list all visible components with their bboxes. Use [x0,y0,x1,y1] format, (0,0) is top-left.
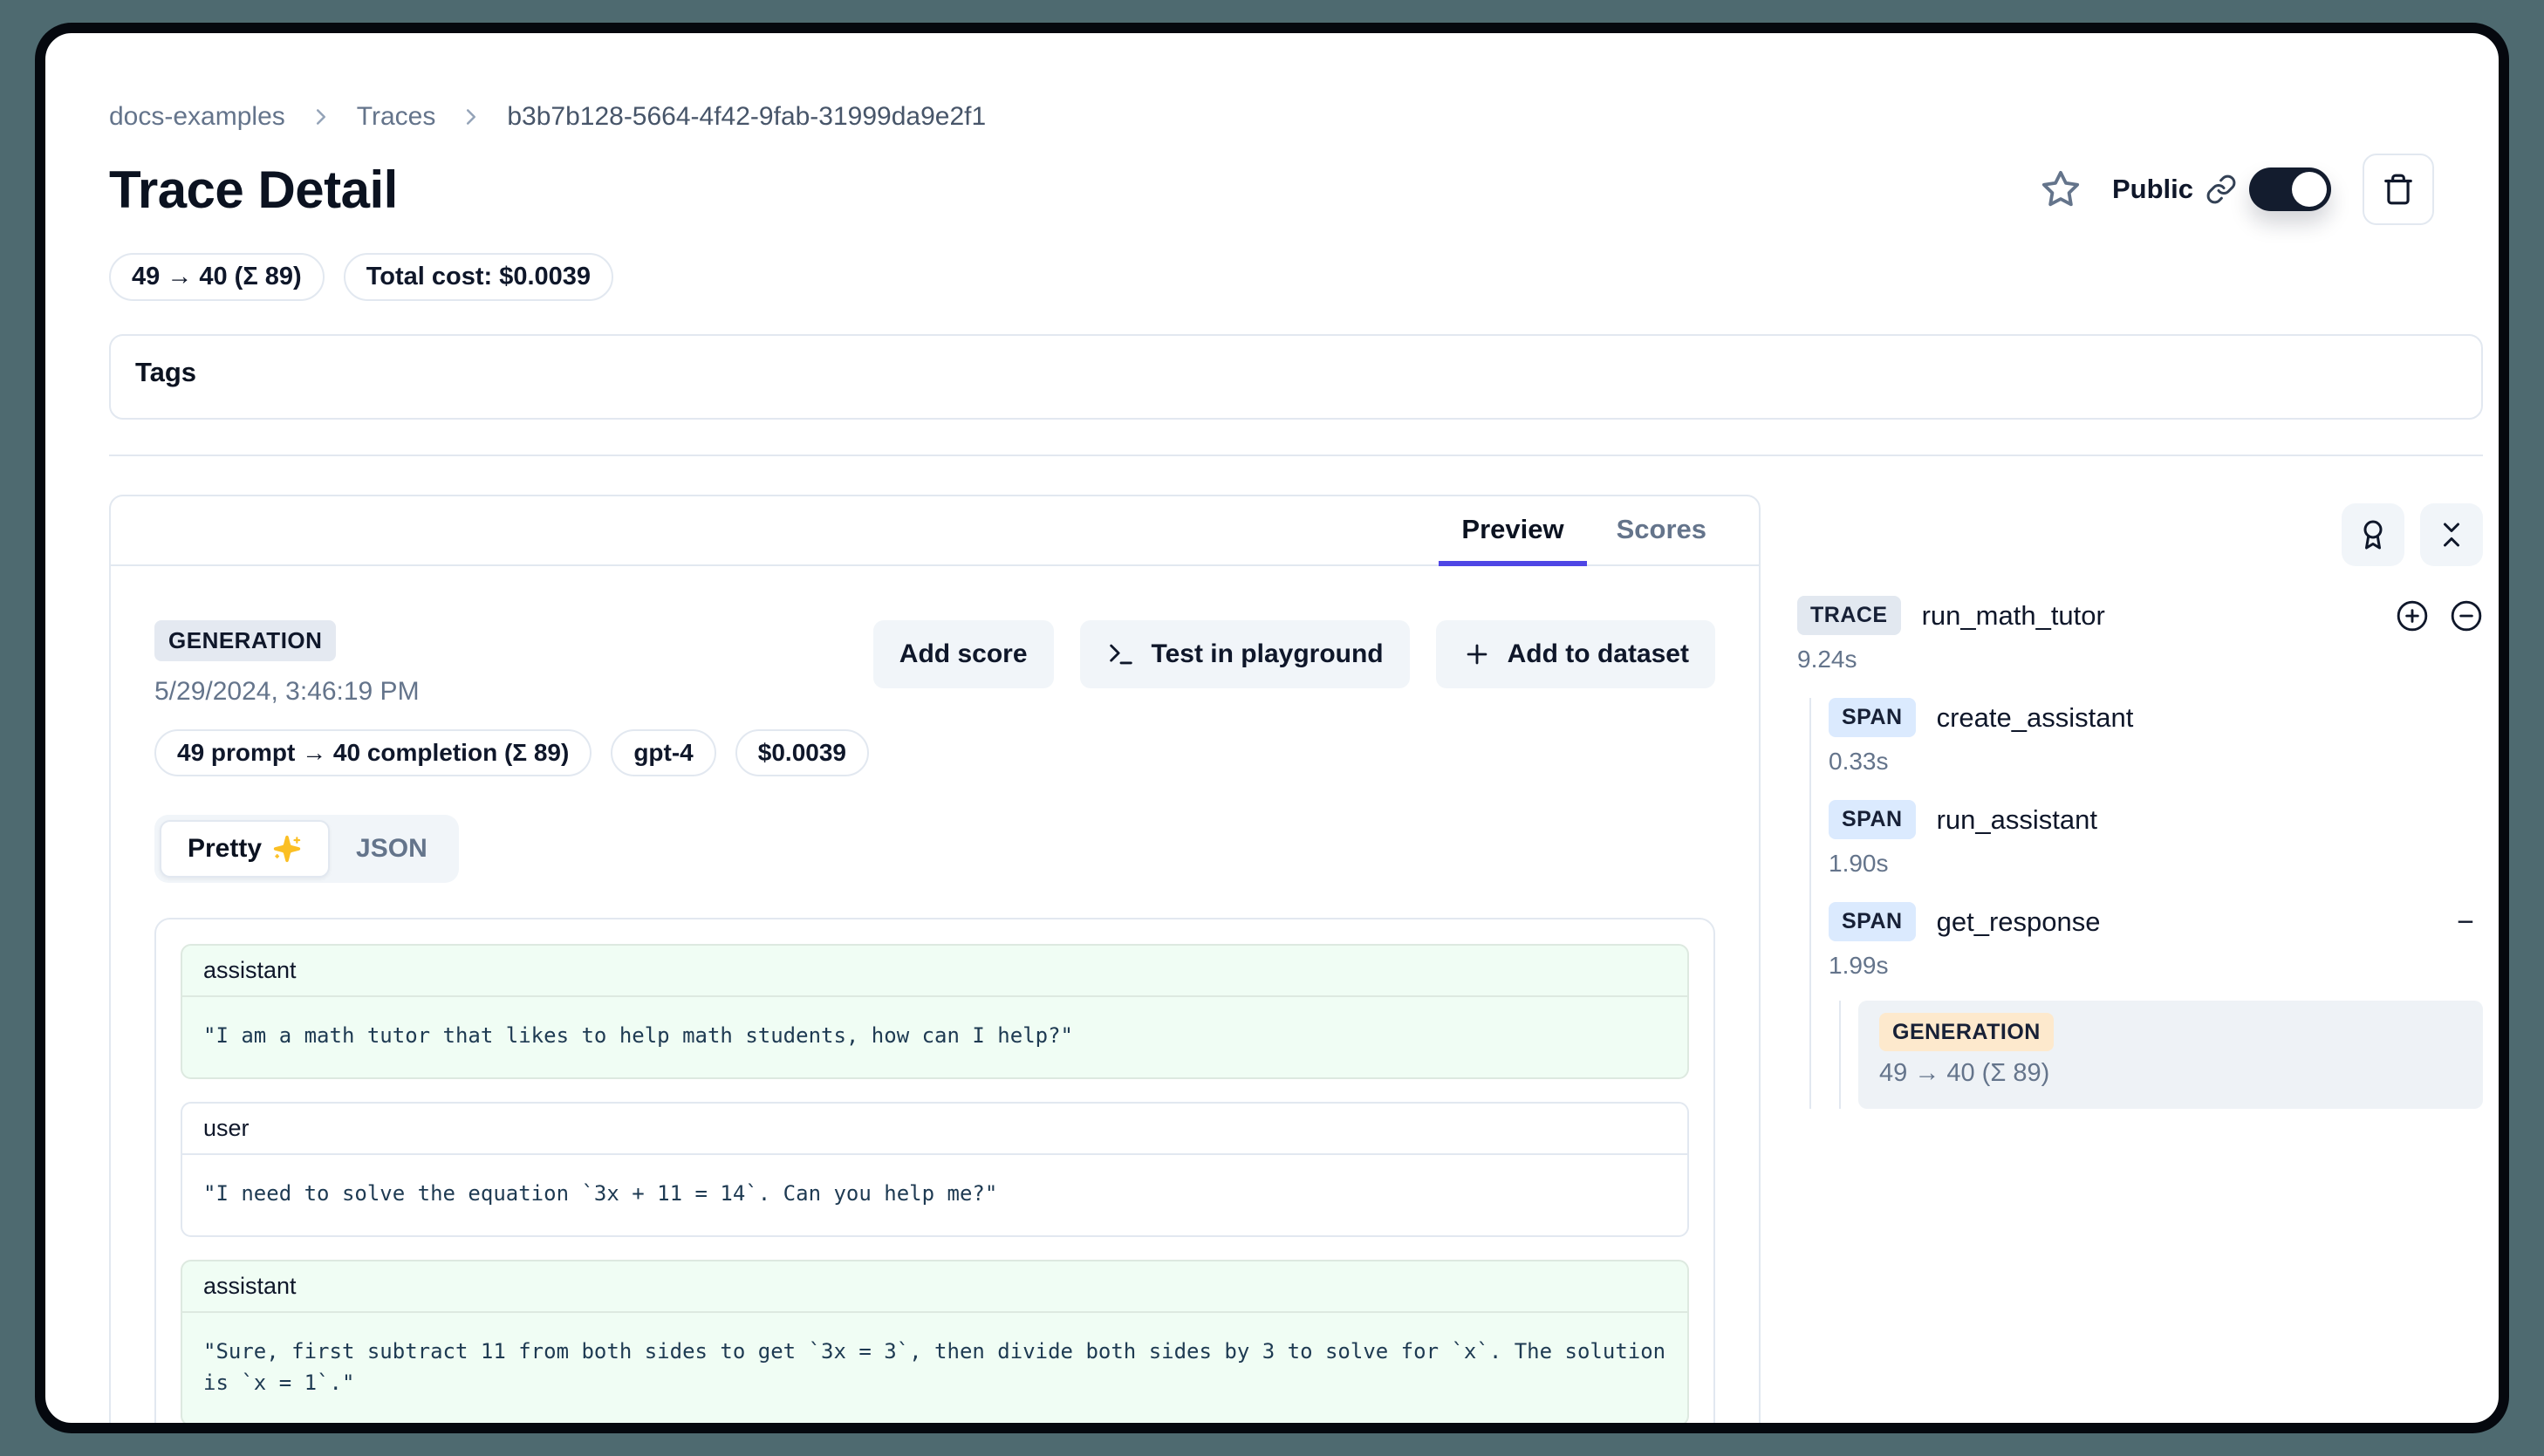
favorite-button[interactable] [2041,169,2081,209]
span-badge: SPAN [1829,800,1916,839]
observation-body: GENERATION 5/29/2024, 3:46:19 PM 49 prom… [111,566,1759,1433]
observation-actions: Add score Test in playground [873,620,1715,688]
test-in-playground-label: Test in playground [1152,639,1384,669]
message-content: "Sure, first subtract 11 from both sides… [182,1313,1687,1425]
span-badge: SPAN [1829,902,1916,941]
span-node-create-assistant[interactable]: SPAN create_assistant 0.33s [1829,698,2483,776]
chevron-right-icon [458,104,484,130]
trash-icon [2382,173,2415,206]
star-icon [2041,169,2081,209]
message-role: assistant [182,946,1687,997]
header-actions: Public [2041,154,2483,225]
trace-tree: TRACE run_math_tutor [1797,596,2483,1133]
add-to-dataset-button[interactable]: Add to dataset [1436,620,1715,688]
public-toggle[interactable] [2249,167,2331,211]
message-assistant: assistant "I am a math tutor that likes … [181,944,1689,1079]
model-badge[interactable]: gpt-4 [611,729,715,776]
span-name: get_response [1937,906,2101,938]
public-share-control: Public [2112,167,2331,211]
span-name: create_assistant [1937,702,2134,734]
plus-icon [1462,639,1492,669]
pretty-view-button[interactable]: Pretty [160,820,330,878]
breadcrumb-project[interactable]: docs-examples [109,102,285,132]
tree-panel-actions [1797,503,2483,566]
add-score-label: Add score [899,639,1028,669]
generation-usage: 49 → 40 (Σ 89) [1879,1059,2462,1088]
link-icon[interactable] [2205,174,2237,205]
expand-all-nodes-button[interactable] [2396,599,2429,632]
annotate-button[interactable] [2342,503,2404,566]
message-content: "I am a math tutor that likes to help ma… [182,997,1687,1077]
tags-card[interactable]: Tags [109,334,2483,420]
add-score-button[interactable]: Add score [873,620,1054,688]
span-duration: 1.99s [1829,952,2483,980]
trace-node[interactable]: TRACE run_math_tutor [1797,596,2483,673]
trace-tree-panel: TRACE run_math_tutor [1797,495,2483,1133]
app-window: docs-examples Traces b3b7b128-5664-4f42-… [35,23,2509,1433]
messages-container: assistant "I am a math tutor that likes … [154,918,1715,1433]
add-to-dataset-label: Add to dataset [1508,639,1689,669]
page-header: Trace Detail Public [109,154,2483,225]
message-role: assistant [182,1261,1687,1313]
tags-label: Tags [135,357,2457,388]
trace-name: run_math_tutor [1922,600,2105,632]
page-title: Trace Detail [109,160,398,220]
view-mode-toggle: Pretty JSON [154,815,459,883]
generation-node-selected[interactable]: GENERATION 49 → 40 (Σ 89) [1858,1001,2483,1109]
observation-meta: GENERATION 5/29/2024, 3:46:19 PM 49 prom… [154,620,869,776]
breadcrumb-trace-id: b3b7b128-5664-4f42-9fab-31999da9e2f1 [507,102,986,132]
token-usage-badge: 49 → 40 (Σ 89) [109,253,325,301]
prompt-completion-badge: 49 prompt → 40 completion (Σ 89) [154,729,592,776]
breadcrumb: docs-examples Traces b3b7b128-5664-4f42-… [109,98,2483,136]
collapse-all-button[interactable] [2420,503,2483,566]
collapse-all-nodes-button[interactable] [2450,599,2483,632]
message-user: user "I need to solve the equation `3x +… [181,1102,1689,1237]
trace-duration: 9.24s [1797,646,2483,673]
tab-preview[interactable]: Preview [1439,496,1586,564]
public-label: Public [2112,174,2193,205]
sparkles-icon [272,834,302,864]
breadcrumb-traces[interactable]: Traces [357,102,436,132]
delete-trace-button[interactable] [2363,154,2434,225]
message-assistant: assistant "Sure, first subtract 11 from … [181,1260,1689,1426]
json-view-button[interactable]: JSON [330,822,454,876]
observation-timestamp: 5/29/2024, 3:46:19 PM [154,677,869,707]
collapse-node-button[interactable]: − [2448,907,2483,937]
terminal-icon [1106,639,1136,669]
minus-circle-icon [2450,599,2483,632]
preview-tabs: Preview Scores [111,496,1759,566]
observation-meta-row: GENERATION 5/29/2024, 3:46:19 PM 49 prom… [154,620,1715,776]
total-cost-badge: Total cost: $0.0039 [344,253,613,301]
span-node-run-assistant[interactable]: SPAN run_assistant 1.90s [1829,800,2483,878]
chevrons-down-up-icon [2436,519,2467,550]
generation-type-badge: GENERATION [154,620,336,661]
test-in-playground-button[interactable]: Test in playground [1080,620,1410,688]
span-node-get-response[interactable]: SPAN get_response − 1.99s GENERATION 49 … [1829,902,2483,1109]
section-divider [109,455,2483,456]
plus-circle-icon [2396,599,2429,632]
pretty-label: Pretty [188,834,262,864]
award-icon [2357,519,2389,550]
span-name: run_assistant [1937,804,2097,836]
trace-summary-badges: 49 → 40 (Σ 89) Total cost: $0.0039 [109,253,2483,301]
message-role: user [182,1104,1687,1155]
generation-badge: GENERATION [1879,1013,2054,1051]
observation-preview-card: Preview Scores GENERATION 5/29/2024, 3:4… [109,495,1761,1433]
span-duration: 1.90s [1829,850,2483,878]
trace-badge: TRACE [1797,596,1901,635]
message-content: "I need to solve the equation `3x + 11 =… [182,1155,1687,1235]
trace-children: SPAN create_assistant 0.33s SPAN run_ass… [1809,698,2483,1109]
toggle-knob [2292,172,2327,207]
span-badge: SPAN [1829,698,1916,737]
span-duration: 0.33s [1829,748,2483,776]
content-columns: Preview Scores GENERATION 5/29/2024, 3:4… [109,495,2483,1433]
observation-badges: 49 prompt → 40 completion (Σ 89) gpt-4 $… [154,729,869,776]
chevron-right-icon [308,104,334,130]
cost-badge: $0.0039 [735,729,869,776]
tab-scores[interactable]: Scores [1594,496,1729,564]
generation-nest: GENERATION 49 → 40 (Σ 89) [1839,1001,2483,1109]
